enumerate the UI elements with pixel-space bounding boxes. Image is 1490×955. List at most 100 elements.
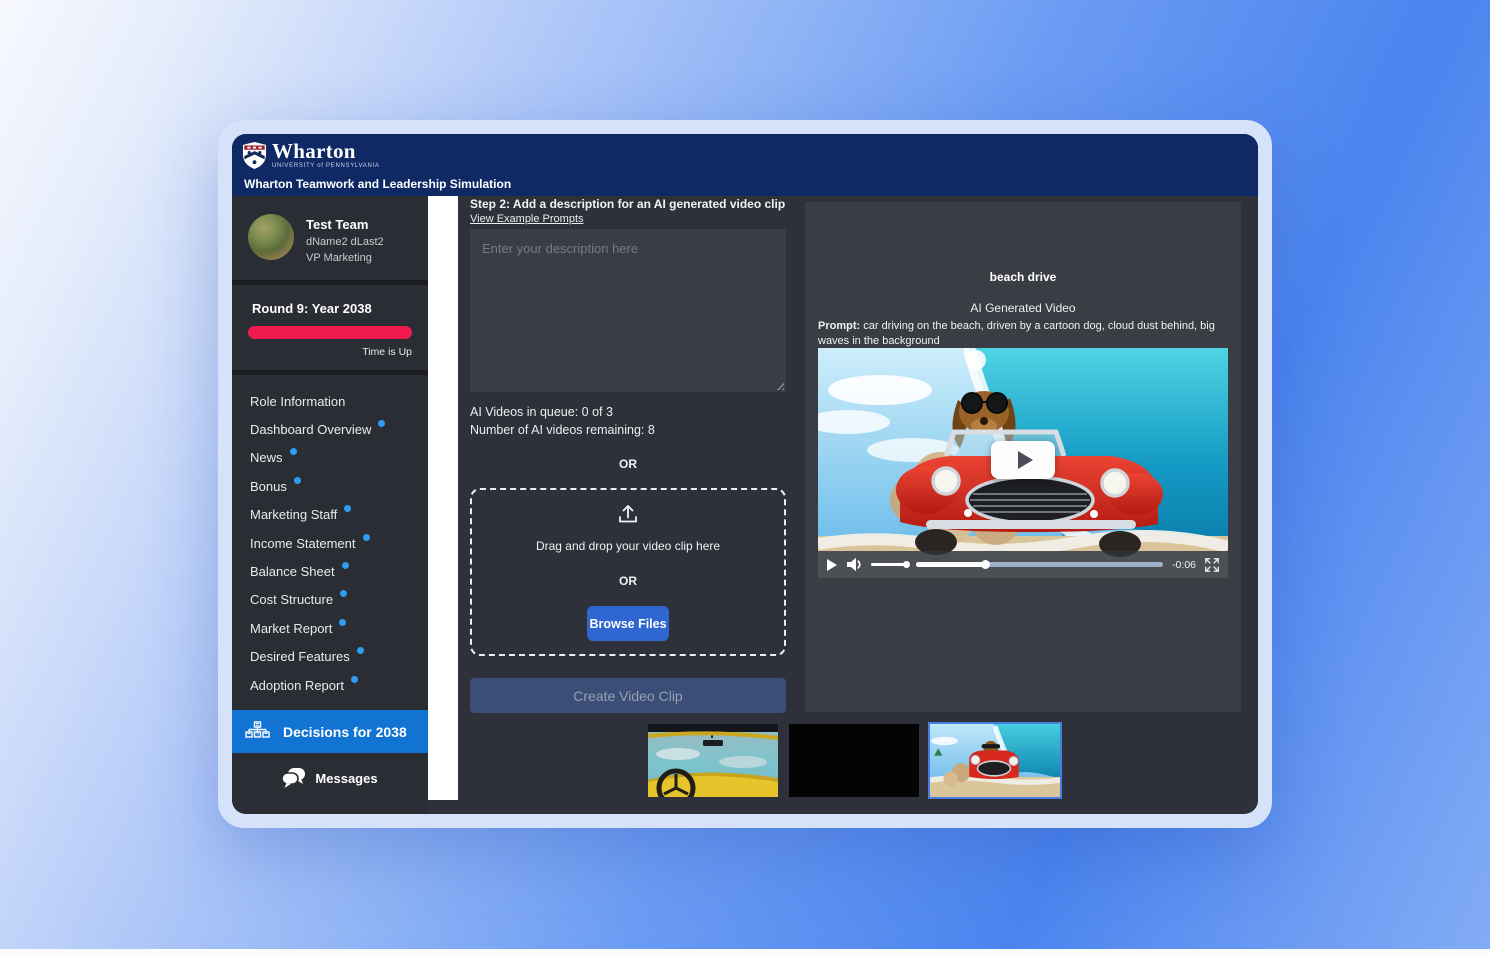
queue-status: AI Videos in queue: 0 of 3 (470, 405, 613, 419)
wharton-wordmark: Wharton UNIVERSITY of PENNSYLVANIA (272, 141, 380, 169)
app-body: Test Team dName2 dLast2 VP Marketing Rou… (232, 196, 1258, 814)
sidebar-item-label: Market Report (250, 621, 332, 636)
video-preview-panel: beach drive AI Generated Video Prompt: c… (805, 202, 1241, 712)
play-overlay-button[interactable] (991, 441, 1055, 479)
notification-dot (344, 505, 351, 512)
team-name: Test Team (306, 217, 384, 232)
volume-knob[interactable] (903, 561, 910, 568)
messages-chat-icon (282, 768, 305, 789)
prompt-label: Prompt: (818, 320, 860, 332)
wharton-logo: Wharton UNIVERSITY of PENNSYLVANIA (242, 141, 1248, 174)
sidebar-item-label: Desired Features (250, 649, 350, 664)
thumbnail-red-car-beach[interactable] (930, 724, 1060, 797)
team-member-name: dName2 dLast2 (306, 236, 384, 248)
sidebar-item-news[interactable]: News (250, 444, 428, 472)
sidebar-item-dashboard-overview[interactable]: Dashboard Overview (250, 415, 428, 443)
upload-icon (617, 503, 639, 524)
round-section: Round 9: Year 2038 Time is Up (232, 285, 428, 370)
round-timer-status: Time is Up (248, 346, 412, 358)
sidebar-item-label: Dashboard Overview (250, 422, 371, 437)
view-example-prompts-link[interactable]: View Example Prompts (470, 213, 584, 225)
round-label: Round 9: Year 2038 (248, 301, 412, 316)
sidebar-item-label: Bonus (250, 479, 287, 494)
progress-knob[interactable] (981, 560, 990, 569)
decisions-org-chart-icon: ? (245, 721, 270, 742)
svg-text:?: ? (256, 733, 259, 739)
app-header: Wharton UNIVERSITY of PENNSYLVANIA Whart… (232, 134, 1258, 196)
step-title: Step 2: Add a description for an AI gene… (470, 197, 785, 211)
sidebar-item-label: Balance Sheet (250, 564, 335, 579)
sidebar-item-role-information[interactable]: Role Information (250, 387, 428, 415)
play-icon (1018, 451, 1033, 469)
app-title: Wharton Teamwork and Leadership Simulati… (242, 177, 1248, 191)
sidebar-item-adoption-report[interactable]: Adoption Report (250, 671, 428, 699)
sidebar-item-label: News (250, 450, 283, 465)
notification-dot (363, 534, 370, 541)
team-role: VP Marketing (306, 252, 384, 264)
notification-dot (294, 477, 301, 484)
sidebar-item-label: Income Statement (250, 536, 356, 551)
dropzone-text: Drag and drop your video clip here (536, 539, 720, 553)
description-field-wrap (470, 229, 786, 392)
thumbnail-black-frame[interactable] (789, 724, 919, 797)
sidebar-item-label: Cost Structure (250, 592, 333, 607)
notification-dot (342, 562, 349, 569)
video-player[interactable]: -0:06 (818, 348, 1228, 578)
sidebar-item-cost-structure[interactable]: Cost Structure (250, 586, 428, 614)
description-input[interactable] (470, 229, 786, 392)
fullscreen-icon[interactable] (1205, 558, 1219, 572)
video-controls-bar: -0:06 (818, 551, 1228, 578)
notification-dot (351, 676, 358, 683)
notification-dot (290, 448, 297, 455)
sidebar-nav: Role Information Dashboard Overview News… (232, 375, 428, 703)
sidebar-item-income-statement[interactable]: Income Statement (250, 529, 428, 557)
notification-dot (378, 420, 385, 427)
video-prompt: Prompt: car driving on the beach, driven… (818, 319, 1228, 349)
progress-fill (916, 562, 985, 567)
volume-icon[interactable] (846, 557, 862, 572)
sidebar-item-label: Role Information (250, 394, 345, 409)
video-subtitle: AI Generated Video (805, 301, 1241, 315)
sidebar-item-desired-features[interactable]: Desired Features (250, 643, 428, 671)
sidebar-item-marketing-staff[interactable]: Marketing Staff (250, 501, 428, 529)
volume-slider[interactable] (871, 563, 907, 566)
sidebar-item-messages[interactable]: Messages (232, 758, 428, 798)
dropzone-or: OR (619, 574, 637, 588)
notification-dot (340, 590, 347, 597)
progress-bar[interactable] (916, 562, 1163, 567)
team-avatar (248, 214, 294, 260)
thumbnail-yellow-car-image (648, 724, 778, 797)
browse-files-button[interactable]: Browse Files (587, 606, 669, 641)
play-button-icon[interactable] (827, 559, 837, 571)
thumbnail-red-car-image (930, 724, 1060, 797)
wharton-wordmark-text: Wharton (272, 141, 380, 162)
sidebar-item-label: Adoption Report (250, 678, 344, 693)
round-timer-bar (248, 326, 412, 339)
team-info: Test Team dName2 dLast2 VP Marketing (306, 214, 384, 264)
video-dropzone[interactable]: Drag and drop your video clip here OR Br… (470, 488, 786, 656)
notification-dot (339, 619, 346, 626)
notification-dot (357, 647, 364, 654)
sidebar-item-decisions[interactable]: ? Decisions for 2038 (232, 710, 428, 753)
thumbnail-yellow-car-dashboard[interactable] (648, 724, 778, 797)
or-divider: OR (470, 457, 786, 471)
video-thumbnails-row (648, 724, 1060, 797)
sidebar-item-decisions-label: Decisions for 2038 (283, 724, 407, 740)
wharton-wordmark-subtext: UNIVERSITY of PENNSYLVANIA (272, 163, 380, 169)
page-bottom-strip (0, 949, 1490, 955)
app-window: Wharton UNIVERSITY of PENNSYLVANIA Whart… (218, 120, 1272, 828)
sidebar-item-label: Marketing Staff (250, 507, 337, 522)
create-video-clip-button[interactable]: Create Video Clip (470, 678, 786, 713)
content-scrollbar-track[interactable] (428, 196, 458, 800)
wharton-shield-icon (242, 141, 267, 170)
sidebar-item-market-report[interactable]: Market Report (250, 614, 428, 642)
sidebar-item-balance-sheet[interactable]: Balance Sheet (250, 557, 428, 585)
team-card: Test Team dName2 dLast2 VP Marketing (232, 196, 428, 280)
sidebar-item-bonus[interactable]: Bonus (250, 472, 428, 500)
time-remaining: -0:06 (1172, 559, 1196, 571)
remaining-status: Number of AI videos remaining: 8 (470, 423, 655, 437)
main-content: Step 2: Add a description for an AI gene… (458, 196, 1258, 814)
app-window-inner: Wharton UNIVERSITY of PENNSYLVANIA Whart… (232, 134, 1258, 814)
sidebar-item-messages-label: Messages (315, 771, 377, 786)
prompt-text: car driving on the beach, driven by a ca… (818, 320, 1215, 347)
